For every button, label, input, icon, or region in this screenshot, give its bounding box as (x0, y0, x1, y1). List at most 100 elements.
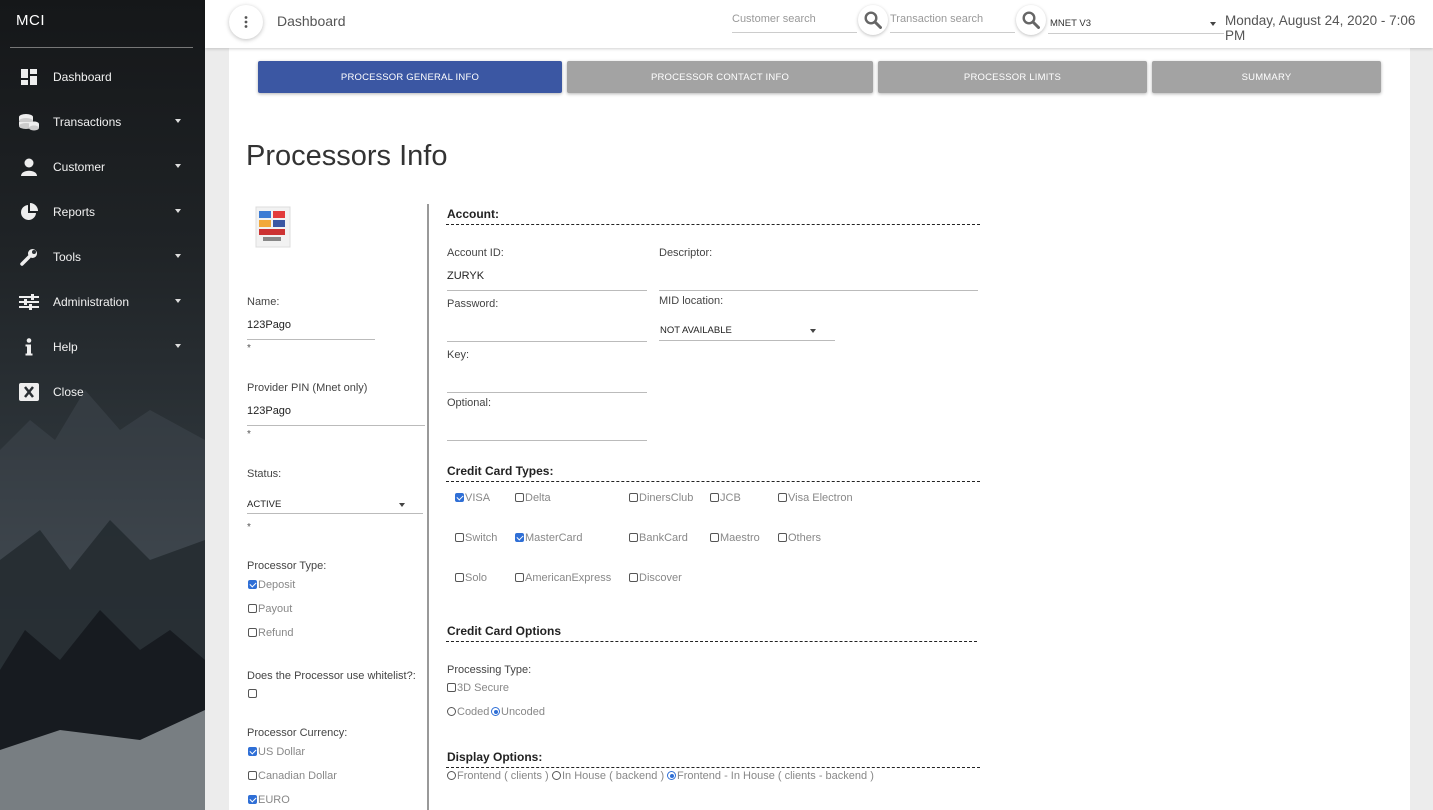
frontend-in-house-label: Frontend - In House ( clients - backend … (677, 770, 874, 782)
tab-summary[interactable]: SUMMARY (1152, 61, 1381, 93)
chevron-down-icon (810, 329, 816, 333)
name-underline (247, 339, 375, 340)
mastercard-checkbox[interactable] (515, 533, 524, 542)
environment-select[interactable]: MNET V3 (1048, 8, 1224, 34)
payout-label: Payout (258, 603, 293, 615)
tab-processor-general-info[interactable]: PROCESSOR GENERAL INFO (258, 61, 562, 93)
coded-radio[interactable] (447, 707, 456, 716)
euro-label: EURO (258, 794, 290, 806)
descriptor-label: Descriptor: (659, 247, 713, 259)
credit-card-types-title: Credit Card Types: (447, 464, 554, 478)
bankcard-checkbox[interactable] (629, 533, 638, 542)
password-field[interactable] (447, 341, 647, 342)
sidebar-item-transactions[interactable]: Transactions (0, 99, 205, 144)
status-underline (247, 513, 423, 514)
current-datetime: Monday, August 24, 2020 - 7:06 PM (1225, 13, 1416, 43)
3d-secure-checkbox[interactable] (447, 683, 456, 692)
frontend-radio[interactable] (447, 771, 456, 780)
wrench-icon (18, 246, 40, 268)
sidebar: MCI Dashboard Transactions Customer Repo… (0, 0, 205, 810)
delta-checkbox[interactable] (515, 493, 524, 502)
maestro-checkbox[interactable] (710, 533, 719, 542)
name-field[interactable]: 123Pago (247, 319, 291, 331)
sidebar-item-tools[interactable]: Tools (0, 234, 205, 279)
deposit-checkbox[interactable] (248, 580, 257, 589)
customer-search-button[interactable] (858, 5, 888, 35)
dinersclub-checkbox[interactable] (629, 493, 638, 502)
americanexpress-checkbox[interactable] (515, 573, 524, 582)
tab-processor-limits[interactable]: PROCESSOR LIMITS (878, 61, 1147, 93)
mid-location-select[interactable]: NOT AVAILABLE (660, 325, 816, 336)
key-label: Key: (447, 349, 470, 361)
usd-checkbox[interactable] (248, 747, 257, 756)
whitelist-label: Does the Processor use whitelist?: (247, 670, 416, 682)
transaction-search-button[interactable] (1016, 5, 1046, 35)
whitelist-checkbox[interactable] (248, 689, 257, 698)
required-marker: * (247, 343, 251, 354)
status-value: ACTIVE (247, 499, 282, 510)
key-field[interactable] (447, 392, 647, 393)
cad-checkbox[interactable] (248, 771, 257, 780)
solo-checkbox[interactable] (455, 573, 464, 582)
switch-checkbox[interactable] (455, 533, 464, 542)
main-card: PROCESSOR GENERAL INFO PROCESSOR CONTACT… (229, 48, 1410, 810)
status-select[interactable]: ACTIVE (247, 499, 405, 510)
column-divider (427, 204, 429, 810)
section-divider (446, 641, 977, 642)
sidebar-nav: Dashboard Transactions Customer Reports (0, 54, 205, 414)
top-bar: Dashboard Customer search Transaction se… (205, 0, 1433, 48)
sidebar-item-close[interactable]: Close (0, 369, 205, 414)
discover-label: Discover (639, 572, 682, 584)
tab-processor-contact-info[interactable]: PROCESSOR CONTACT INFO (567, 61, 873, 93)
search-icon (1022, 11, 1040, 29)
sidebar-item-dashboard[interactable]: Dashboard (0, 54, 205, 99)
sidebar-item-label: Administration (53, 294, 130, 309)
sidebar-item-reports[interactable]: Reports (0, 189, 205, 234)
sidebar-item-help[interactable]: Help (0, 324, 205, 369)
close-box-icon (18, 381, 40, 403)
sidebar-item-label: Customer (53, 159, 106, 174)
customer-search-input[interactable]: Customer search (732, 8, 857, 33)
in-house-radio[interactable] (552, 771, 561, 780)
sidebar-item-customer[interactable]: Customer (0, 144, 205, 189)
kebab-menu-button[interactable] (229, 5, 263, 39)
optional-field[interactable] (447, 440, 647, 441)
discover-checkbox[interactable] (629, 573, 638, 582)
sidebar-item-administration[interactable]: Administration (0, 279, 205, 324)
visa-electron-checkbox[interactable] (778, 493, 787, 502)
visa-label: VISA (465, 492, 491, 504)
account-id-field[interactable]: ZURYK (447, 270, 484, 282)
payout-checkbox[interactable] (248, 604, 257, 613)
account-section-title: Account: (447, 207, 499, 221)
coded-label: Coded (457, 706, 490, 718)
visa-checkbox[interactable] (455, 493, 464, 502)
usd-label: US Dollar (258, 746, 306, 758)
coins-stack-icon (18, 111, 40, 133)
uncoded-label: Uncoded (501, 706, 546, 718)
chevron-down-icon (175, 254, 181, 258)
others-checkbox[interactable] (778, 533, 787, 542)
dinersclub-label: DinersClub (639, 492, 694, 504)
sidebar-item-label: Transactions (53, 114, 122, 129)
jcb-checkbox[interactable] (710, 493, 719, 502)
credit-card-options-title: Credit Card Options (447, 624, 562, 638)
uncoded-radio[interactable] (491, 707, 500, 716)
currency-label: Processor Currency: (247, 727, 348, 739)
brand-logo[interactable]: MCI (16, 12, 45, 29)
in-house-label: In House ( backend ) (562, 770, 665, 782)
refund-checkbox[interactable] (248, 628, 257, 637)
frontend-in-house-radio[interactable] (667, 771, 676, 780)
section-divider (446, 224, 980, 225)
sidebar-item-label: Dashboard (53, 69, 112, 84)
search-icon (864, 11, 882, 29)
americanexpress-label: AmericanExpress (525, 572, 612, 584)
sidebar-item-label: Help (53, 339, 78, 354)
cad-label: Canadian Dollar (258, 770, 337, 782)
pin-field[interactable]: 123Pago (247, 405, 291, 417)
euro-checkbox[interactable] (248, 795, 257, 804)
deposit-label: Deposit (258, 579, 296, 591)
refund-label: Refund (258, 627, 294, 639)
others-label: Others (788, 532, 822, 544)
chevron-down-icon (175, 119, 181, 123)
transaction-search-input[interactable]: Transaction search (890, 8, 1015, 33)
